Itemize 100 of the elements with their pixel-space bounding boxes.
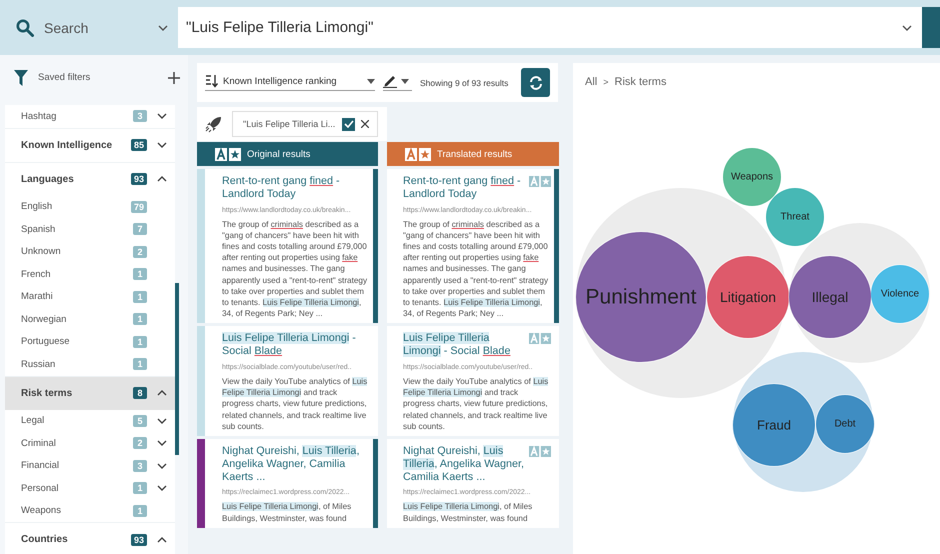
filter-row[interactable]: Languages 93 bbox=[5, 162, 175, 196]
close-icon[interactable] bbox=[361, 120, 369, 128]
chevron-down-icon bbox=[902, 24, 912, 30]
refresh-icon bbox=[528, 74, 544, 90]
translate-icon bbox=[215, 148, 241, 160]
bubble[interactable]: Threat bbox=[766, 188, 824, 246]
filter-row[interactable]: Criminal 2 bbox=[5, 432, 175, 454]
filter-row[interactable]: Norwegian 1 bbox=[5, 308, 175, 330]
filter-row[interactable]: French 1 bbox=[5, 263, 175, 286]
result-card[interactable] bbox=[197, 169, 378, 324]
filter-row[interactable]: Risk terms 8 bbox=[5, 376, 175, 410]
filter-row[interactable]: Legal 5 bbox=[5, 410, 175, 432]
filter-row[interactable]: Known Intelligence 85 bbox=[5, 128, 175, 162]
filter-row[interactable]: Financial 3 bbox=[5, 454, 175, 477]
bubble[interactable]: Debt bbox=[816, 395, 874, 453]
refresh-button[interactable] bbox=[521, 68, 550, 97]
caret-icon bbox=[367, 78, 375, 84]
filter-label: Weapons bbox=[21, 505, 62, 516]
breadcrumb-link[interactable]: All bbox=[585, 76, 598, 88]
count-badge: 1 bbox=[133, 268, 147, 280]
chevron-down-icon[interactable] bbox=[157, 142, 167, 148]
highlight-dropdown[interactable] bbox=[383, 74, 412, 91]
sort-dropdown[interactable]: Known Intelligence ranking bbox=[205, 74, 375, 91]
count-badge: 85 bbox=[130, 139, 147, 151]
chevron-up-icon[interactable] bbox=[157, 536, 167, 542]
filter-label: Known Intelligence bbox=[21, 140, 114, 150]
filter-row[interactable]: Weapons 1 bbox=[5, 500, 175, 522]
result-snippet: View the daily YouTube analytics of Luis Felipe Tilleria Limongi and track progress charts, view future predictions, related channels, and track realtime live sub counts. bbox=[222, 376, 368, 432]
column-header: Original results bbox=[197, 142, 378, 166]
search-scope-label: Search bbox=[44, 20, 88, 36]
bubble[interactable]: Fraud bbox=[733, 384, 815, 466]
sort-icon bbox=[205, 74, 219, 88]
chevron-down-icon[interactable] bbox=[157, 418, 167, 424]
query-field[interactable]: "Luis Felipe Tilleria Limongi" bbox=[178, 7, 892, 48]
count-badge: 8 bbox=[133, 387, 147, 399]
filter-row[interactable]: English 79 bbox=[5, 196, 175, 218]
column-header: Translated results bbox=[387, 142, 559, 166]
filter-row[interactable]: Spanish 7 bbox=[5, 218, 175, 240]
filter-label: Personal bbox=[21, 482, 60, 494]
result-title[interactable]: Rent-to-rent gang fined - Landlord Today bbox=[403, 175, 525, 201]
bubble[interactable]: Violence bbox=[871, 265, 929, 323]
count-badge: 1 bbox=[133, 482, 147, 494]
chevron-down-icon[interactable] bbox=[157, 462, 167, 469]
filter-icon bbox=[14, 70, 28, 86]
query-chip[interactable]: "Luis Felipe Tilleria Li... bbox=[232, 111, 378, 137]
filter-label: Financial bbox=[21, 460, 60, 472]
result-card[interactable] bbox=[387, 169, 559, 324]
count-badge: 93 bbox=[130, 173, 147, 185]
filter-label: Marathi bbox=[21, 291, 54, 302]
filter-row[interactable]: Russian 1 bbox=[5, 353, 175, 376]
checkbox[interactable] bbox=[342, 118, 355, 130]
chevron-down-icon[interactable] bbox=[157, 113, 167, 120]
filter-row[interactable]: Countries 93 bbox=[5, 522, 175, 554]
filter-label: Portuguese bbox=[21, 336, 71, 348]
saved-filters-label: Saved filters bbox=[38, 72, 90, 83]
filter-label: Russian bbox=[21, 358, 56, 370]
filter-label: French bbox=[21, 268, 52, 280]
result-title[interactable]: Nighat Qureishi, Luis Tilleria, Angelika Wagner, Camilia Kaerts ... bbox=[222, 445, 370, 484]
chevron-down-icon[interactable] bbox=[158, 24, 168, 30]
count-badge: 79 bbox=[130, 200, 147, 213]
chevron-down-icon[interactable] bbox=[157, 485, 167, 492]
plus-icon[interactable] bbox=[168, 72, 180, 84]
result-snippet: The group of criminals described as a "gang of chancers" have been hit with fines and costs totalling around £79,000 after renting out properties using fake names and businesses. The gang apparently used a "rent-to-rent" strategy to take over properties and sublet them to tenants. Luis Felipe Tilleria Limongi, 34, of Regents Park; Ney ... bbox=[403, 218, 550, 320]
count-badge: 1 bbox=[133, 358, 147, 370]
filter-row[interactable]: Unknown 2 bbox=[5, 240, 175, 263]
count-badge: 3 bbox=[133, 460, 147, 472]
chip-label: "Luis Felipe Tilleria Li... bbox=[243, 119, 336, 129]
result-card[interactable] bbox=[197, 326, 378, 436]
results-count: Showing 9 of 93 results bbox=[420, 78, 508, 88]
filter-row[interactable]: Marathi 1 bbox=[5, 286, 175, 308]
rocket-icon[interactable] bbox=[205, 115, 223, 133]
filter-label: Risk terms bbox=[21, 388, 74, 398]
count-badge: 7 bbox=[133, 223, 147, 236]
count-badge: 1 bbox=[133, 290, 147, 303]
filter-row[interactable]: Personal 1 bbox=[5, 477, 175, 500]
filter-row[interactable]: Hashtag 3 bbox=[5, 105, 175, 128]
filter-label: Languages bbox=[21, 174, 75, 184]
chevron-up-icon[interactable] bbox=[157, 176, 167, 182]
filter-label: Legal bbox=[21, 415, 46, 426]
result-card[interactable] bbox=[387, 326, 559, 436]
result-snippet: The group of criminals described as a "gang of chancers" have been hit with fines and costs totalling around £79,000 after renting out properties using fake names and businesses. The gang apparently used a "rent-to-rent" strategy to take over properties and sublet them to tenants. Luis Felipe Tilleria Limongi, 34, of Regents Park; Ney ... bbox=[222, 218, 368, 320]
chevron-up-icon[interactable] bbox=[157, 390, 167, 396]
result-snippet: View the daily YouTube analytics of Luis Felipe Tilleria Limongi and track progress charts, view future predictions, related channels, and track realtime live sub counts. bbox=[403, 376, 550, 432]
count-badge: 5 bbox=[133, 414, 147, 427]
bubble[interactable]: Weapons bbox=[723, 148, 781, 206]
chevron-down-icon[interactable] bbox=[157, 440, 167, 446]
result-title[interactable]: Luis Felipe Tilleria Limongi - Social Blade bbox=[222, 332, 370, 358]
count-badge: 1 bbox=[133, 336, 147, 348]
filter-row[interactable]: Portuguese 1 bbox=[5, 330, 175, 353]
breadcrumb-current: Risk terms bbox=[614, 76, 666, 88]
bubble[interactable]: Litigation bbox=[707, 256, 789, 338]
pen-icon bbox=[383, 74, 397, 88]
count-badge: 2 bbox=[133, 246, 147, 258]
scrollbar-thumb[interactable] bbox=[175, 283, 179, 455]
count-badge: 93 bbox=[130, 534, 147, 546]
translate-icon bbox=[405, 148, 431, 160]
filter-label: Spanish bbox=[21, 224, 56, 235]
filter-label: Criminal bbox=[21, 438, 57, 449]
result-title[interactable]: Rent-to-rent gang fined - Landlord Today bbox=[222, 175, 370, 201]
count-badge: 2 bbox=[133, 437, 147, 450]
